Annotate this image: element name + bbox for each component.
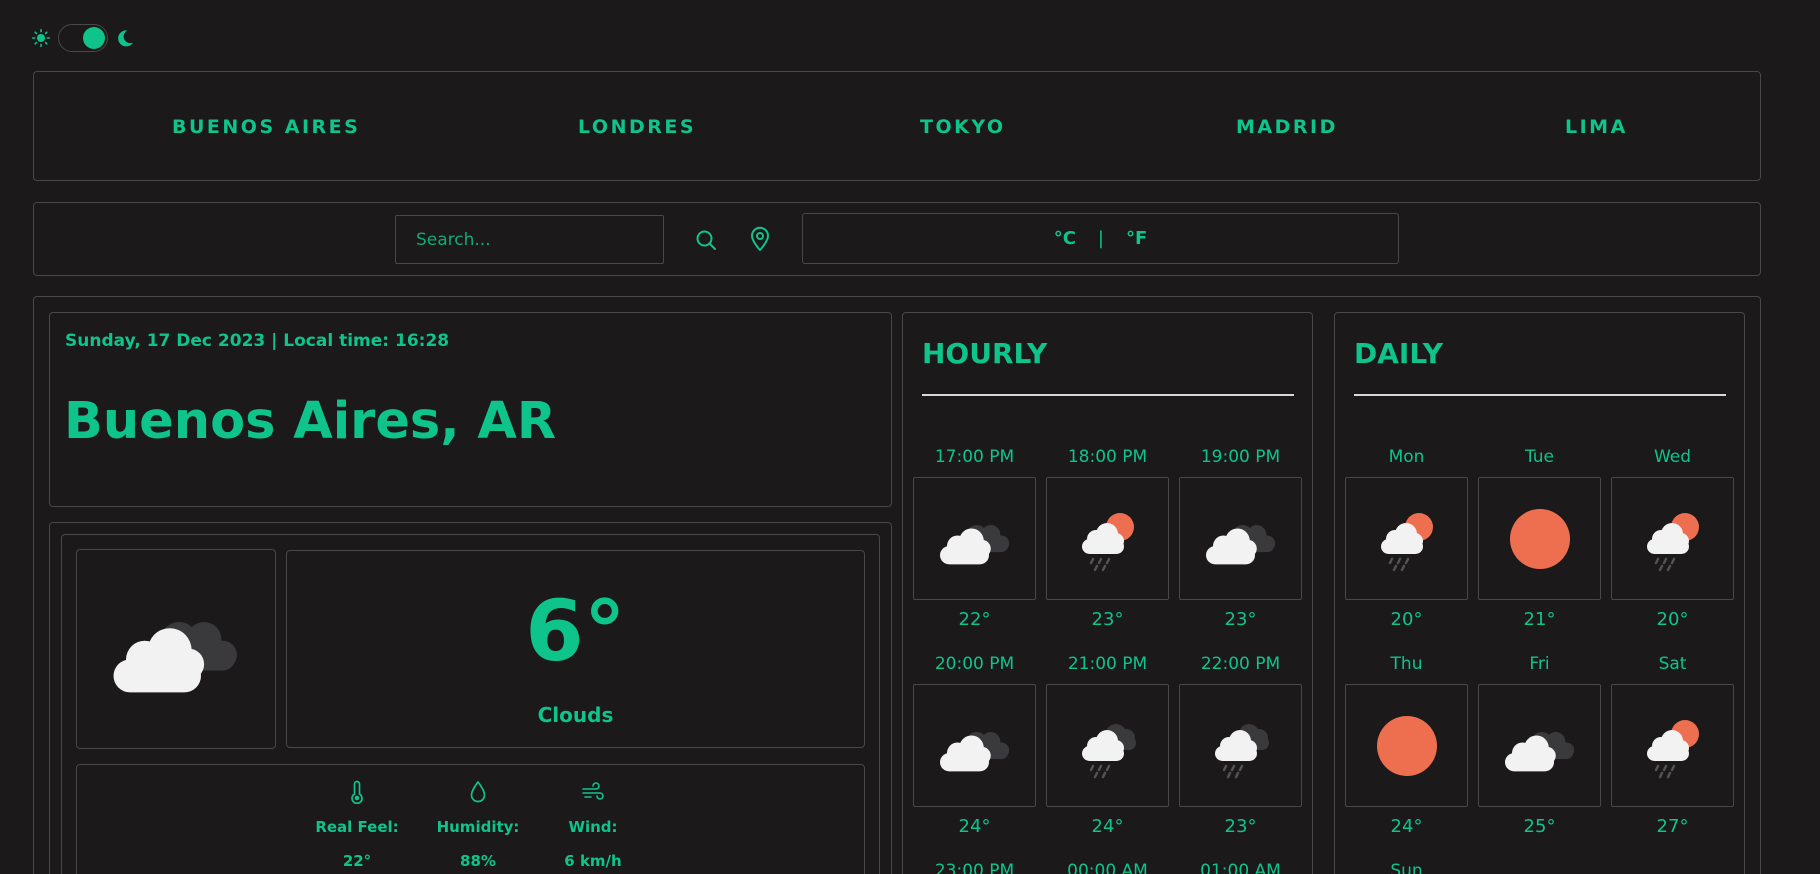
hourly-label: 18:00 PM (1067, 447, 1148, 467)
weather-description: Clouds (537, 703, 614, 727)
hourly-label: 22:00 PM (1200, 654, 1281, 674)
toggle-knob (83, 27, 105, 49)
clouds-icon (933, 511, 1017, 567)
hourly-label: 23:00 PM (934, 861, 1015, 874)
current-icon-box (76, 549, 276, 749)
search-icon[interactable] (692, 226, 720, 254)
daily-temp: 27° (1656, 816, 1689, 837)
fahrenheit-button[interactable]: °F (1124, 228, 1149, 249)
celsius-button[interactable]: °C (1052, 228, 1078, 249)
daily-label: Wed (1653, 447, 1692, 467)
rain-sun-icon (1637, 710, 1709, 782)
city-link-madrid[interactable]: MADRID (1236, 72, 1338, 182)
daily-label: Sat (1658, 654, 1687, 674)
hourly-card (1046, 684, 1169, 807)
hourly-temp: 22° (958, 609, 991, 630)
hourly-card (913, 684, 1036, 807)
sun-weather-icon (1375, 714, 1439, 778)
daily-label: Tue (1524, 447, 1555, 467)
hourly-label: 00:00 AM (1067, 861, 1148, 874)
wind-icon (538, 778, 648, 806)
clouds-icon (1199, 511, 1283, 567)
daily-card (1478, 477, 1601, 600)
unit-separator: | (1097, 228, 1104, 249)
thermometer-icon (302, 778, 412, 806)
hourly-temp: 24° (1091, 816, 1124, 837)
daily-temp: 25° (1523, 816, 1556, 837)
city-link-buenos-aires[interactable]: BUENOS AIRES (172, 72, 360, 182)
rain-cloud-icon (1072, 710, 1144, 782)
daily-temp: 20° (1656, 609, 1689, 630)
hourly-divider (922, 394, 1294, 396)
stat-value: 22° (342, 852, 372, 870)
city-link-tokyo[interactable]: TOKYO (920, 72, 1006, 182)
hourly-temp: 24° (958, 816, 991, 837)
hourly-temp: 23° (1091, 609, 1124, 630)
rain-sun-icon (1637, 503, 1709, 575)
daily-temp: 24° (1390, 816, 1423, 837)
date-time: Sunday, 17 Dec 2023 | Local time: 16:28 (65, 331, 450, 351)
stat-humidity: Humidity: 88% (423, 778, 533, 870)
hourly-title: HOURLY (922, 337, 1048, 370)
hourly-label: 01:00 AM (1200, 861, 1281, 874)
daily-card (1611, 684, 1734, 807)
current-temperature: 6° (525, 582, 626, 680)
hourly-label: 20:00 PM (934, 654, 1015, 674)
hourly-card (1179, 684, 1302, 807)
hourly-label: 21:00 PM (1067, 654, 1148, 674)
hourly-card (1179, 477, 1302, 600)
daily-temp: 20° (1390, 609, 1423, 630)
hourly-temp: 23° (1224, 816, 1257, 837)
theme-switcher (32, 24, 136, 52)
droplet-icon (423, 778, 533, 806)
city-link-lima[interactable]: LIMA (1565, 72, 1628, 182)
daily-temp: 21° (1523, 609, 1556, 630)
stat-wind: Wind: 6 km/h (538, 778, 648, 870)
search-input[interactable] (395, 215, 664, 264)
stat-real-feel: Real Feel: 22° (302, 778, 412, 870)
daily-label: Fri (1529, 654, 1550, 674)
hourly-label: 17:00 PM (934, 447, 1015, 467)
sun-weather-icon (1508, 507, 1572, 571)
location-pin-icon[interactable] (746, 225, 774, 253)
rain-sun-icon (1371, 503, 1443, 575)
daily-label: Sun (1390, 861, 1423, 874)
moon-icon (114, 27, 136, 49)
hourly-temp: 23° (1224, 609, 1257, 630)
stat-value: 88% (460, 852, 496, 870)
daily-label: Mon (1388, 447, 1425, 467)
daily-divider (1354, 394, 1726, 396)
daily-card (1345, 477, 1468, 600)
hourly-card (1046, 477, 1169, 600)
daily-card (1478, 684, 1601, 807)
unit-selector: °C | °F (802, 213, 1399, 264)
location-title: Buenos Aires, AR (64, 392, 557, 451)
daily-title: DAILY (1354, 337, 1444, 370)
hourly-card (913, 477, 1036, 600)
stat-label: Real Feel: (315, 818, 399, 836)
stat-value: 6 km/h (564, 852, 622, 870)
stat-label: Humidity: (436, 818, 520, 836)
clouds-icon (933, 718, 1017, 774)
stat-label: Wind: (568, 818, 618, 836)
clouds-icon (101, 597, 251, 701)
clouds-icon (1498, 718, 1582, 774)
rain-sun-icon (1072, 503, 1144, 575)
theme-toggle[interactable] (58, 24, 108, 52)
hourly-label: 19:00 PM (1200, 447, 1281, 467)
daily-label: Thu (1390, 654, 1423, 674)
daily-card (1345, 684, 1468, 807)
sun-icon (32, 29, 50, 47)
rain-cloud-icon (1205, 710, 1277, 782)
daily-card (1611, 477, 1734, 600)
city-link-londres[interactable]: LONDRES (578, 72, 696, 182)
city-nav: BUENOS AIRES LONDRES TOKYO MADRID LIMA (33, 71, 1761, 181)
